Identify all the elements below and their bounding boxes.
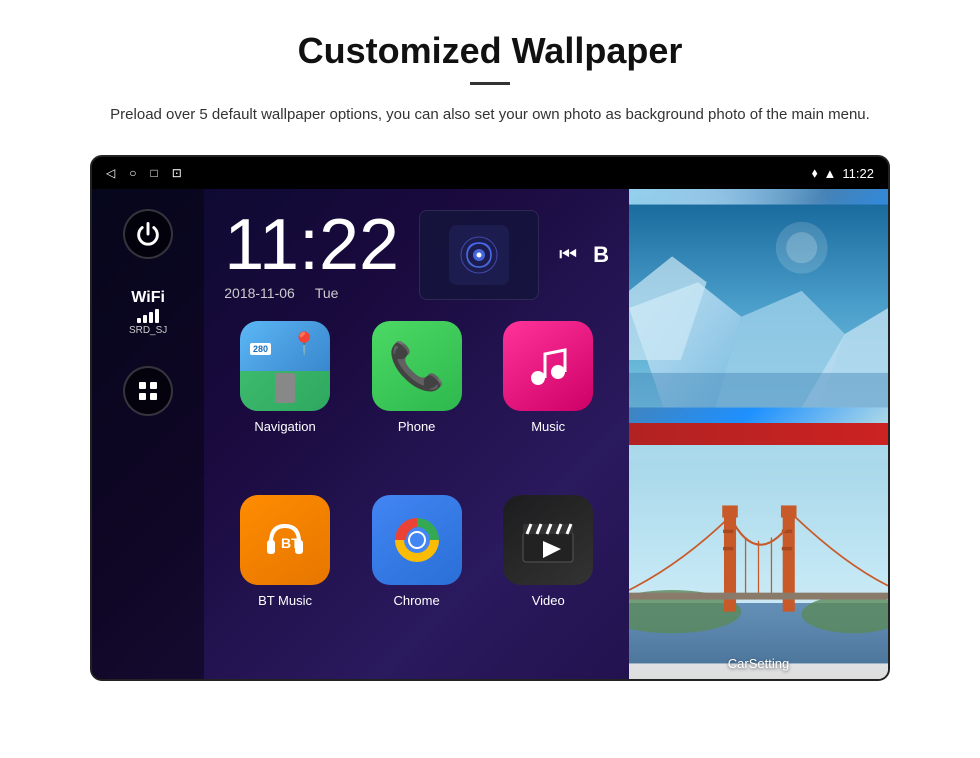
preview-divider-strip — [629, 423, 888, 445]
clapperboard-icon — [519, 514, 577, 566]
media-controls: ⏮ B — [559, 242, 609, 268]
wifi-network-name: SRD_SJ — [129, 325, 167, 336]
status-right: ⬧ ▲ 11:22 — [812, 165, 874, 181]
phone-emoji: 📞 — [388, 339, 445, 394]
nav-road — [275, 373, 295, 403]
navigation-icon: 280 📍 — [240, 321, 330, 411]
page-title: Customized Wallpaper — [298, 30, 683, 72]
power-button[interactable] — [123, 209, 173, 259]
title-divider — [470, 82, 510, 85]
prev-track-button[interactable]: ⏮ — [559, 244, 577, 267]
signal-bar-4 — [155, 309, 159, 323]
screen: WiFi SRD_SJ — [92, 189, 888, 679]
navigation-label: Navigation — [254, 419, 315, 434]
back-button[interactable]: ◁ — [106, 166, 115, 180]
clock-info: 11:22 2018-11-06 Tue — [224, 209, 399, 301]
wallpaper-previews: CarSetting — [629, 189, 888, 679]
wallpaper-preview-bridge[interactable]: CarSetting — [629, 445, 888, 679]
page-description: Preload over 5 default wallpaper options… — [110, 103, 870, 127]
clock-section: 11:22 2018-11-06 Tue — [204, 189, 629, 311]
bluetooth-label: B — [593, 242, 609, 268]
wallpaper-preview-ice[interactable] — [629, 189, 888, 423]
car-setting-label: CarSetting — [629, 656, 888, 671]
chrome-logo-icon — [382, 505, 452, 575]
bt-music-icon: BT — [240, 495, 330, 585]
app-navigation[interactable]: 280 📍 Navigation — [224, 321, 346, 485]
music-icon — [503, 321, 593, 411]
chrome-icon — [372, 495, 462, 585]
power-icon — [134, 220, 162, 248]
bluetooth-headphone-icon: BT — [259, 514, 311, 566]
apps-grid-button[interactable] — [123, 366, 173, 416]
signal-icon: ▲ — [824, 166, 837, 181]
home-button[interactable]: ○ — [129, 166, 136, 180]
video-label: Video — [532, 593, 565, 608]
app-bt-music[interactable]: BT BT Music — [224, 495, 346, 659]
ice-svg — [629, 189, 888, 423]
screenshot-icon: ⊡ — [172, 166, 182, 180]
bt-music-label: BT Music — [258, 593, 312, 608]
status-left: ◁ ○ □ ⊡ — [106, 166, 182, 180]
location-icon: ⬧ — [812, 165, 818, 181]
sidebar: WiFi SRD_SJ — [92, 189, 204, 679]
clock-date-value: 2018-11-06 — [224, 285, 295, 301]
grid-icon — [136, 379, 160, 403]
app-grid: 280 📍 Navigation 📞 Phone — [204, 311, 629, 679]
bridge-svg — [629, 445, 888, 679]
status-bar: ◁ ○ □ ⊡ ⬧ ▲ 11:22 — [92, 157, 888, 189]
clock-day: Tue — [315, 285, 339, 301]
device-frame: ◁ ○ □ ⊡ ⬧ ▲ 11:22 WiFi — [90, 155, 890, 681]
radio-icon — [457, 233, 501, 277]
video-icon — [503, 495, 593, 585]
app-chrome[interactable]: Chrome — [356, 495, 478, 659]
nav-road-number: 280 — [250, 343, 271, 355]
clock-time: 11:22 — [224, 209, 399, 281]
clock-date: 2018-11-06 Tue — [224, 285, 399, 301]
signal-bar-2 — [143, 315, 147, 323]
music-label: Music — [531, 419, 565, 434]
media-icon — [449, 225, 509, 285]
wifi-info: WiFi SRD_SJ — [129, 289, 167, 336]
music-note-icon — [522, 340, 574, 392]
recent-button[interactable]: □ — [150, 166, 157, 180]
main-content: 11:22 2018-11-06 Tue — [204, 189, 629, 679]
status-time: 11:22 — [842, 166, 874, 181]
app-video[interactable]: Video — [487, 495, 609, 659]
chrome-label: Chrome — [393, 593, 439, 608]
signal-bar-1 — [137, 318, 141, 323]
phone-label: Phone — [398, 419, 436, 434]
media-widget — [419, 210, 539, 300]
signal-bar-3 — [149, 312, 153, 323]
app-music[interactable]: Music — [487, 321, 609, 485]
wifi-label: WiFi — [131, 289, 165, 307]
app-phone[interactable]: 📞 Phone — [356, 321, 478, 485]
wifi-signal-bars — [137, 309, 159, 323]
nav-pin-icon: 📍 — [291, 331, 318, 357]
phone-icon: 📞 — [372, 321, 462, 411]
svg-text:BT: BT — [281, 535, 300, 551]
